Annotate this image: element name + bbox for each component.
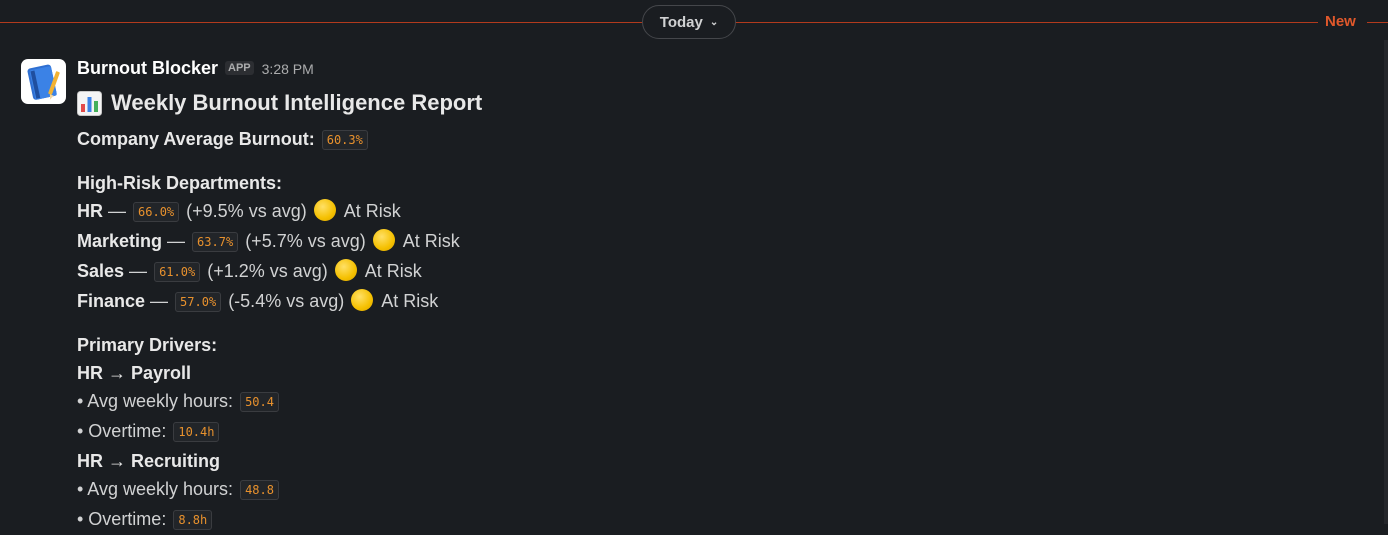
app-avatar[interactable] bbox=[21, 59, 66, 104]
department-delta: (+1.2% vs avg) bbox=[207, 261, 328, 281]
overtime-value: 10.4h bbox=[173, 422, 220, 442]
hours-label: • Avg weekly hours: bbox=[77, 391, 234, 411]
company-average-value: 60.3% bbox=[321, 130, 368, 150]
yellow-circle-icon bbox=[334, 259, 357, 281]
new-messages-label: New bbox=[1325, 13, 1356, 30]
department-status: At Risk bbox=[381, 291, 439, 311]
department-row: Finance — 57.0% (-5.4% vs avg) At Risk bbox=[77, 289, 439, 312]
department-value: 63.7% bbox=[192, 232, 239, 252]
drivers-heading: Primary Drivers: bbox=[77, 335, 218, 355]
department-value: 66.0% bbox=[133, 202, 180, 222]
date-label: Today bbox=[659, 13, 703, 31]
timestamp[interactable]: 3:28 PM bbox=[262, 61, 314, 77]
department-delta: (-5.4% vs avg) bbox=[228, 291, 345, 311]
yellow-circle-icon bbox=[372, 229, 395, 251]
sender-name[interactable]: Burnout Blocker bbox=[77, 58, 218, 79]
department-name: Finance bbox=[77, 291, 146, 311]
chevron-down-icon: ⌄ bbox=[709, 17, 719, 28]
hours-value: 48.8 bbox=[240, 480, 279, 500]
date-jump-button[interactable]: Today ⌄ bbox=[642, 5, 736, 39]
company-average: Company Average Burnout: 60.3% bbox=[77, 125, 1367, 155]
notebook-icon bbox=[27, 64, 60, 100]
driver-overtime: • Overtime: 8.8h bbox=[77, 505, 1367, 535]
yellow-circle-icon bbox=[313, 199, 336, 221]
message-header: Burnout Blocker APP 3:28 PM bbox=[77, 58, 1367, 80]
driver-hours: • Avg weekly hours: 50.4 bbox=[77, 387, 1367, 417]
overtime-label: • Overtime: bbox=[77, 421, 167, 441]
overtime-label: • Overtime: bbox=[77, 509, 167, 529]
app-badge: APP bbox=[225, 61, 254, 75]
hours-value: 50.4 bbox=[240, 392, 279, 412]
report-title-text: Weekly Burnout Intelligence Report bbox=[111, 90, 483, 115]
department-row: Marketing — 63.7% (+5.7% vs avg) At Risk bbox=[77, 229, 460, 252]
department-status: At Risk bbox=[364, 261, 422, 281]
department-row: Sales — 61.0% (+1.2% vs avg) At Risk bbox=[77, 259, 422, 282]
department-value: 57.0% bbox=[175, 292, 222, 312]
scrollbar[interactable] bbox=[1384, 40, 1388, 524]
department-delta: (+5.7% vs avg) bbox=[245, 231, 366, 251]
department-row: HR — 66.0% (+9.5% vs avg) At Risk bbox=[77, 199, 401, 222]
driver-title: HR → Payroll bbox=[77, 363, 192, 383]
message: Burnout Blocker APP 3:28 PM Weekly Burno… bbox=[77, 58, 1367, 535]
report-title: Weekly Burnout Intelligence Report bbox=[77, 89, 1367, 117]
overtime-value: 8.8h bbox=[173, 510, 213, 530]
driver-title: HR → Recruiting bbox=[77, 451, 221, 471]
department-status: At Risk bbox=[402, 231, 460, 251]
department-delta: (+9.5% vs avg) bbox=[186, 201, 307, 221]
department-value: 61.0% bbox=[154, 262, 201, 282]
driver-overtime: • Overtime: 10.4h bbox=[77, 417, 1367, 447]
department-name: Marketing bbox=[77, 231, 163, 251]
divider-line-right bbox=[1367, 22, 1388, 23]
department-name: Sales bbox=[77, 261, 125, 281]
high-risk-heading: High-Risk Departments: bbox=[77, 173, 283, 193]
bar-chart-icon bbox=[77, 90, 102, 116]
company-average-label: Company Average Burnout: bbox=[77, 129, 315, 149]
driver-hours: • Avg weekly hours: 48.8 bbox=[77, 475, 1367, 505]
yellow-circle-icon bbox=[351, 289, 374, 311]
hours-label: • Avg weekly hours: bbox=[77, 479, 234, 499]
department-name: HR bbox=[77, 201, 103, 221]
department-status: At Risk bbox=[343, 201, 401, 221]
